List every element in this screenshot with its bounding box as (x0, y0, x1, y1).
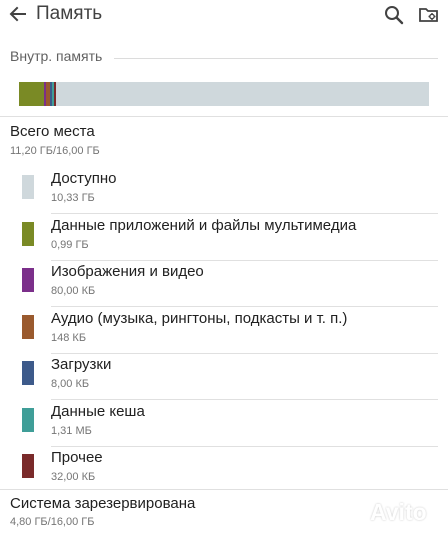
category-label: Прочее (51, 449, 103, 466)
category-size: 32,00 КБ (51, 471, 96, 483)
search-icon[interactable] (383, 4, 405, 26)
total-space-value: 11,20 ГБ/16,00 ГБ (10, 145, 100, 157)
category-label: Изображения и видео (51, 263, 204, 280)
category-row[interactable]: Доступно 10,33 ГБ (0, 170, 448, 216)
category-color-swatch (22, 314, 34, 339)
arrow-left-icon[interactable] (8, 4, 28, 24)
category-color-swatch (22, 268, 34, 292)
row-divider (51, 352, 438, 354)
category-size: 80,00 КБ (51, 285, 96, 297)
category-color-swatch (22, 361, 34, 385)
divider (0, 489, 448, 490)
storage-settings-icon[interactable] (418, 4, 440, 26)
row-divider (51, 259, 438, 261)
total-space-title: Всего места (10, 123, 95, 140)
category-size: 8,00 КБ (51, 378, 90, 390)
section-title: Внутр. память (10, 48, 103, 64)
category-color-swatch (22, 221, 34, 246)
section-divider (114, 58, 438, 59)
usage-segment (19, 82, 45, 106)
category-label: Данные приложений и файлы мультимедиа (51, 216, 357, 234)
avito-logo-icon (342, 507, 366, 523)
category-label: Доступно (51, 170, 117, 187)
row-divider (51, 445, 438, 447)
row-divider (51, 213, 438, 214)
category-color-swatch (22, 407, 34, 432)
category-size: 148 КБ (51, 331, 87, 344)
category-row[interactable]: Изображения и видео 80,00 КБ (0, 263, 448, 309)
category-size: 1,31 МБ (51, 424, 92, 437)
row-divider (51, 306, 438, 307)
category-label: Аудио (музыка, рингтоны, подкасты и т. п… (51, 309, 348, 327)
category-row[interactable]: Загрузки 8,00 КБ (0, 356, 448, 402)
divider (0, 116, 448, 117)
system-reserved-title: Система зарезервирована (10, 495, 196, 512)
category-label: Загрузки (51, 356, 112, 373)
category-row[interactable]: Данные кеша 1,31 МБ (0, 403, 448, 449)
category-row[interactable]: Данные приложений и файлы мультимедиа 0,9… (0, 217, 448, 263)
watermark: Avito (370, 499, 427, 525)
row-divider (51, 399, 438, 400)
category-size: 0,99 ГБ (51, 238, 89, 251)
app-bar: Память (0, 0, 448, 32)
storage-usage-bar (19, 82, 429, 106)
category-color-swatch (22, 454, 34, 478)
category-label: Данные кеша (51, 402, 145, 420)
page-title: Память (36, 3, 103, 24)
usage-segment (56, 82, 321, 106)
category-row[interactable]: Аудио (музыка, рингтоны, подкасты и т. п… (0, 310, 448, 356)
category-color-swatch (22, 175, 34, 199)
system-reserved-value: 4,80 ГБ/16,00 ГБ (10, 516, 95, 528)
category-size: 10,33 ГБ (51, 192, 95, 204)
